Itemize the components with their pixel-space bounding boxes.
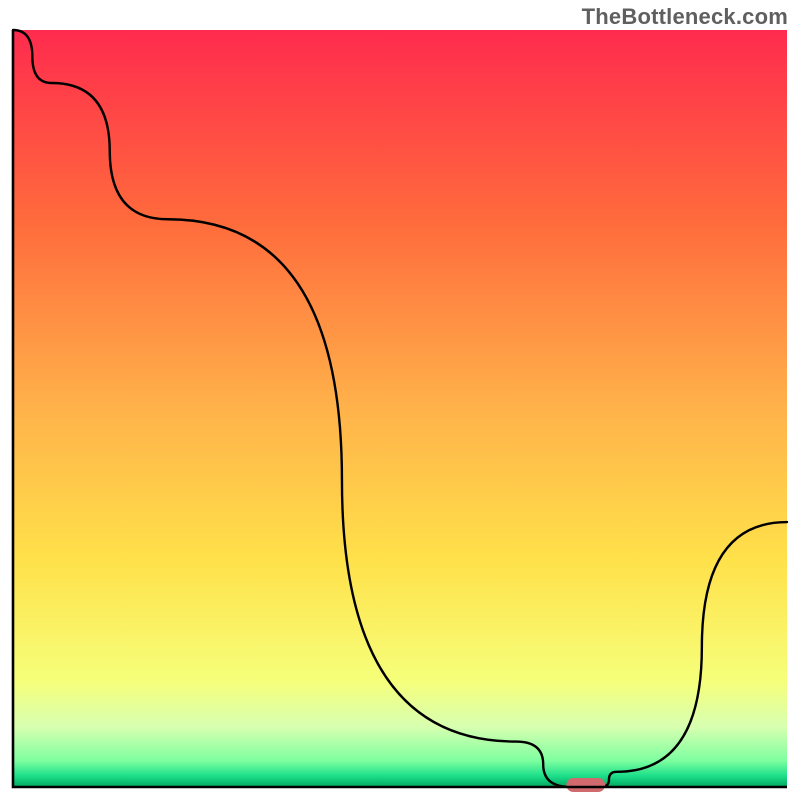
plot-background — [13, 30, 787, 787]
chart-container: TheBottleneck.com — [0, 0, 800, 800]
bottleneck-chart — [0, 0, 800, 800]
attribution-watermark: TheBottleneck.com — [582, 4, 788, 30]
optimum-marker — [566, 778, 605, 792]
